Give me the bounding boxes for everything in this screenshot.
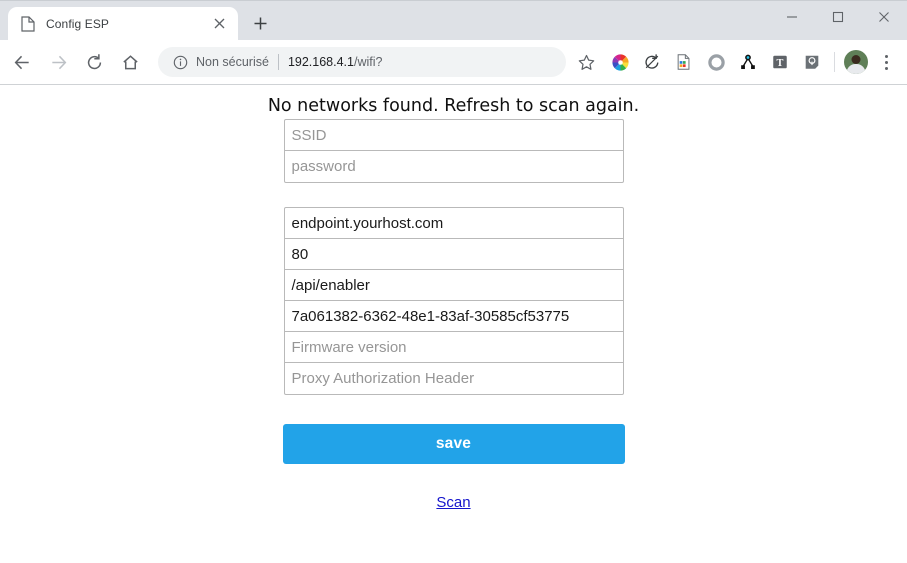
port-input[interactable]: 80 <box>284 239 623 270</box>
tab-title: Config ESP <box>46 16 110 31</box>
tab-strip: Config ESP <box>0 1 274 40</box>
sync-rotate-icon[interactable] <box>638 48 666 76</box>
reload-icon[interactable] <box>78 46 110 78</box>
color-wheel-icon[interactable] <box>606 48 634 76</box>
browser-toolbar: Non sécurisé 192.168.4.1/wifi? T <box>0 40 907 85</box>
spreadsheet-document-icon[interactable] <box>670 48 698 76</box>
firmware-version-input[interactable]: Firmware version <box>284 332 623 363</box>
avatar-body <box>846 64 866 74</box>
ssid-input[interactable]: SSID <box>284 120 623 151</box>
url-text: 192.168.4.1/wifi? <box>288 55 383 69</box>
lightbulb-tag-icon[interactable] <box>798 48 826 76</box>
wifi-credentials-group: SSID password <box>283 119 624 183</box>
new-tab-button[interactable] <box>246 9 274 37</box>
security-status-text: Non sécurisé <box>196 55 269 69</box>
password-input[interactable]: password <box>285 151 623 182</box>
home-icon[interactable] <box>114 46 146 78</box>
omnibox-divider <box>277 54 279 70</box>
page-viewport: No networks found. Refresh to scan again… <box>0 85 907 563</box>
close-button[interactable] <box>861 1 907 33</box>
page-icon <box>20 15 36 32</box>
info-circle-icon[interactable] <box>172 54 188 70</box>
avatar-face <box>851 55 861 64</box>
star-icon[interactable] <box>572 48 600 76</box>
back-arrow-icon[interactable] <box>6 46 38 78</box>
browser-window: Config ESP Non sécurisé 192.168.4.1/wifi… <box>0 0 907 563</box>
minimize-button[interactable] <box>769 1 815 33</box>
tab-close-icon[interactable] <box>210 15 228 33</box>
scan-status-message: No networks found. Refresh to scan again… <box>267 96 640 116</box>
network-nodes-icon[interactable] <box>734 48 762 76</box>
save-button[interactable]: save <box>282 424 625 464</box>
svg-text:T: T <box>777 58 784 69</box>
path-input[interactable]: /api/enabler <box>284 270 623 301</box>
forward-arrow-icon <box>42 46 74 78</box>
proxy-authorization-header-input[interactable]: Proxy Authorization Header <box>285 363 623 394</box>
url-host: 192.168.4.1 <box>287 55 354 69</box>
config-page: No networks found. Refresh to scan again… <box>0 85 907 511</box>
address-bar[interactable]: Non sécurisé 192.168.4.1/wifi? <box>158 47 566 77</box>
window-controls <box>769 1 907 41</box>
url-path: /wifi? <box>354 55 383 69</box>
maximize-button[interactable] <box>815 1 861 33</box>
three-dot-menu-icon[interactable] <box>873 48 899 76</box>
gray-ring-icon[interactable] <box>702 48 730 76</box>
scan-link[interactable]: Scan <box>436 494 470 511</box>
uuid-input[interactable]: 7a061382-6362-48e1-83af-30585cf53775 <box>284 301 623 332</box>
letter-t-icon[interactable]: T <box>766 48 794 76</box>
avatar[interactable] <box>844 50 868 74</box>
host-input[interactable]: endpoint.yourhost.com <box>284 208 623 239</box>
toolbar-divider <box>834 52 835 72</box>
endpoint-settings-group: endpoint.yourhost.com 80 /api/enabler 7a… <box>283 207 624 395</box>
title-bar: Config ESP <box>0 0 907 40</box>
tab-config-esp[interactable]: Config ESP <box>8 7 238 40</box>
form-group-spacer <box>284 183 624 207</box>
config-form: SSID password endpoint.yourhost.com 80 /… <box>283 119 624 395</box>
